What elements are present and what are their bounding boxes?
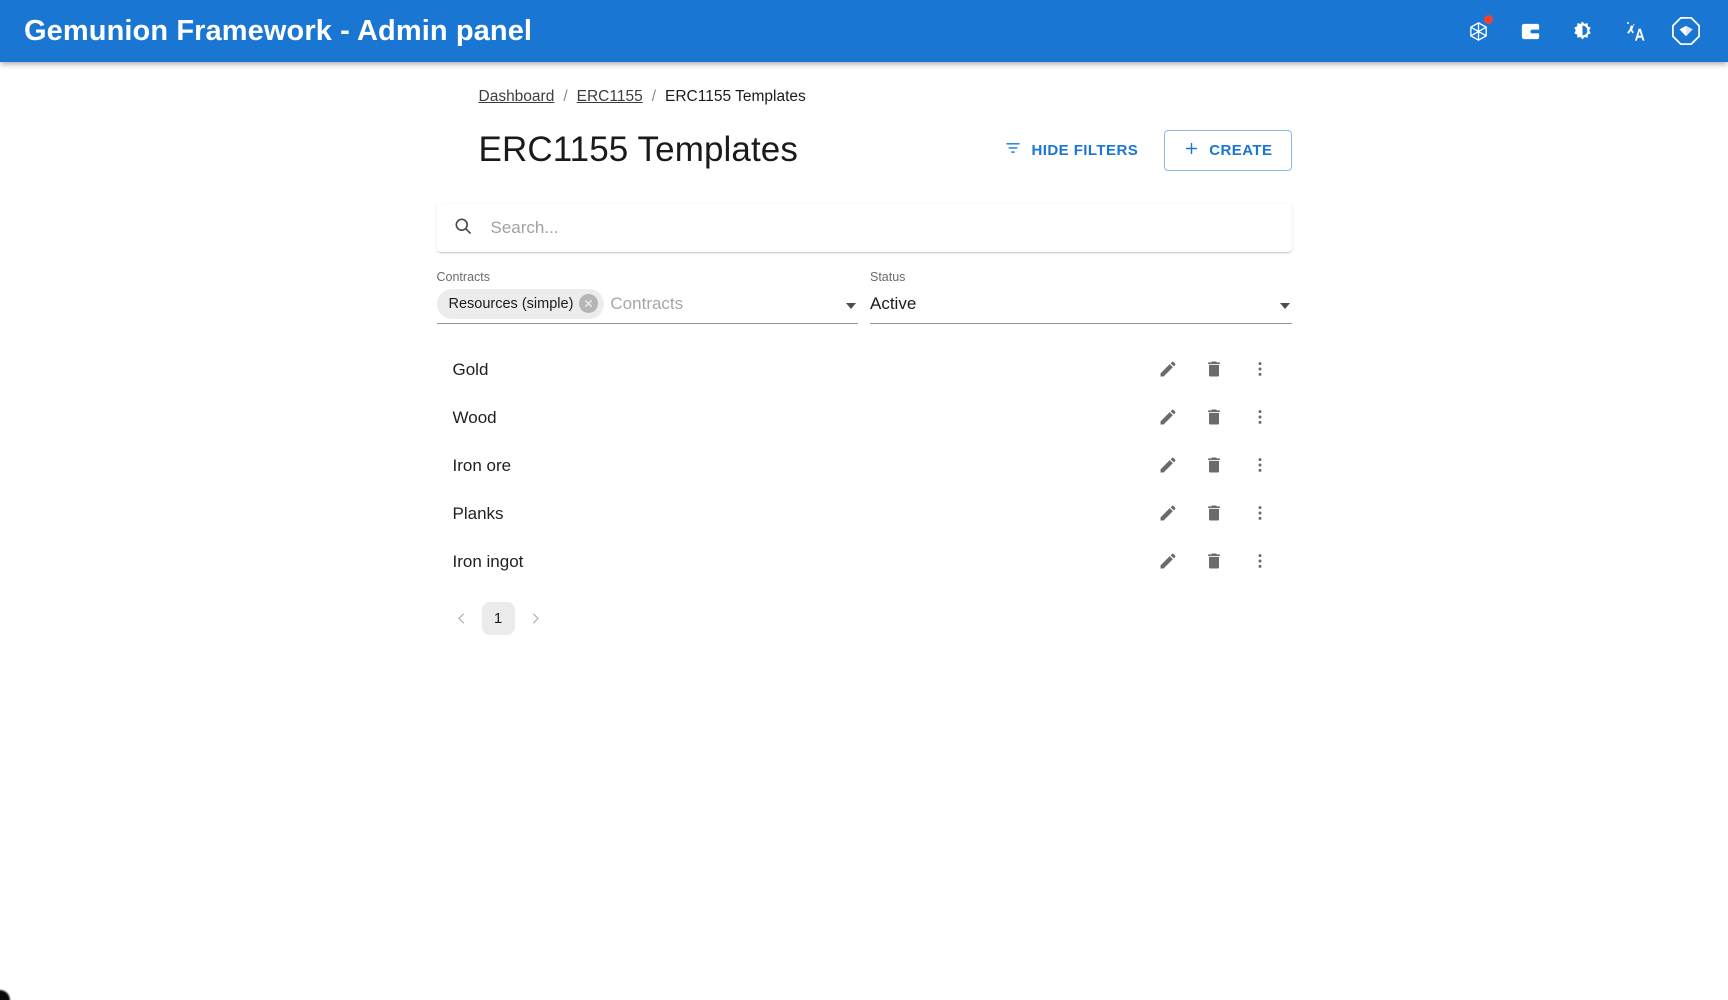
edit-icon (1158, 455, 1178, 478)
edit-icon (1158, 359, 1178, 382)
plus-icon (1183, 140, 1200, 161)
contracts-chip-label: Resources (simple) (448, 295, 574, 312)
breadcrumb: Dashboard / ERC1155 / ERC1155 Templates (437, 84, 1292, 110)
theme-toggle-icon-button[interactable] (1562, 11, 1602, 51)
edit-icon (1158, 503, 1178, 526)
contracts-filter-placeholder: Contracts (610, 293, 684, 313)
delete-button[interactable] (1196, 544, 1232, 580)
more-vert-icon (1250, 359, 1270, 382)
breadcrumb-item-erc1155[interactable]: ERC1155 (577, 88, 643, 106)
row-label: Iron ore (452, 456, 512, 475)
contracts-filter-control[interactable]: Resources (simple) Contracts (436, 288, 858, 324)
content-container: Dashboard / ERC1155 / ERC1155 Templates … (436, 84, 1292, 635)
delete-icon (1204, 407, 1224, 430)
search-input[interactable] (488, 217, 1276, 239)
pagination-prev-button[interactable] (445, 602, 478, 635)
breadcrumb-separator: / (651, 88, 657, 105)
contracts-filter-label: Contracts (436, 270, 491, 284)
pagination-next-button[interactable] (519, 602, 552, 635)
more-button[interactable] (1242, 496, 1278, 532)
status-filter-value: Active (870, 293, 917, 313)
wallet-icon-button[interactable] (1510, 11, 1550, 51)
status-filter-label: Status (870, 270, 906, 284)
filter-icon (1004, 139, 1022, 161)
language-icon-button[interactable] (1614, 11, 1654, 51)
delete-icon (1204, 503, 1224, 526)
language-icon (1623, 20, 1646, 43)
chevron-down-icon (1279, 302, 1290, 309)
search-bar[interactable] (436, 204, 1292, 252)
row-actions (1150, 400, 1278, 436)
row-label: Planks (452, 504, 504, 523)
edit-button[interactable] (1150, 496, 1186, 532)
more-vert-icon (1250, 503, 1270, 526)
edit-button[interactable] (1150, 352, 1186, 388)
row-label: Iron ingot (452, 552, 524, 571)
row-actions (1150, 496, 1278, 532)
ethereum-network-icon-button[interactable] (1458, 11, 1498, 51)
contracts-filter: Contracts Resources (simple) Contracts (436, 270, 858, 324)
filters-row: Contracts Resources (simple) Contracts S… (436, 270, 1292, 324)
more-button[interactable] (1242, 544, 1278, 580)
more-vert-icon (1250, 407, 1270, 430)
more-vert-icon (1250, 455, 1270, 478)
table-row[interactable]: Iron ore (437, 442, 1292, 490)
pagination-page-1[interactable]: 1 (481, 602, 515, 635)
page-header: ERC1155 Templates HIDE FILTERS CREATE (437, 126, 1292, 174)
wallet-icon (1519, 20, 1542, 43)
status-filter-control[interactable]: Active (870, 288, 1292, 324)
row-actions (1150, 352, 1278, 388)
page-body: Dashboard / ERC1155 / ERC1155 Templates … (0, 62, 1728, 635)
theme-toggle-icon (1571, 20, 1594, 43)
table-row[interactable]: Planks (437, 490, 1292, 538)
status-filter: Status Active (870, 270, 1292, 324)
profile-logo-icon-button[interactable] (1666, 11, 1706, 51)
delete-button[interactable] (1196, 448, 1232, 484)
row-label: Wood (452, 408, 497, 427)
hide-filters-button[interactable]: HIDE FILTERS (994, 131, 1148, 169)
delete-icon (1204, 359, 1224, 382)
more-button[interactable] (1242, 448, 1278, 484)
page-title: ERC1155 Templates (478, 130, 798, 169)
edit-button[interactable] (1150, 448, 1186, 484)
edit-button[interactable] (1150, 400, 1186, 436)
delete-button[interactable] (1196, 496, 1232, 532)
app-bar-actions (1458, 11, 1706, 51)
create-label: CREATE (1209, 141, 1273, 159)
more-button[interactable] (1242, 352, 1278, 388)
row-label: Gold (452, 360, 489, 379)
more-button[interactable] (1242, 400, 1278, 436)
delete-button[interactable] (1196, 400, 1232, 436)
contracts-chip[interactable]: Resources (simple) (436, 288, 605, 319)
edit-button[interactable] (1150, 544, 1186, 580)
search-icon (453, 216, 473, 241)
table-row[interactable]: Wood (437, 394, 1292, 442)
table-row[interactable]: Gold (437, 346, 1292, 394)
chevron-down-icon (846, 302, 856, 309)
edit-icon (1158, 551, 1178, 574)
pagination: 1 (437, 602, 1292, 635)
app-bar: Gemunion Framework - Admin panel (0, 0, 1728, 62)
more-vert-icon (1250, 551, 1270, 574)
table-row[interactable]: Iron ingot (437, 538, 1292, 586)
breadcrumb-separator: / (563, 88, 568, 105)
templates-list: Gold Wood Iron ore Planks Iron ingot (437, 346, 1292, 586)
profile-logo-icon (1671, 16, 1701, 46)
chip-delete-icon[interactable] (579, 294, 599, 313)
page-header-actions: HIDE FILTERS CREATE (994, 129, 1292, 171)
breadcrumb-item-current: ERC1155 Templates (665, 88, 806, 105)
breadcrumb-item-dashboard[interactable]: Dashboard (479, 88, 555, 106)
delete-icon (1204, 551, 1224, 574)
notification-badge (1484, 15, 1493, 24)
corner-artifact (0, 989, 11, 1000)
row-actions (1150, 544, 1278, 580)
app-title: Gemunion Framework - Admin panel (24, 14, 533, 47)
row-actions (1150, 448, 1278, 484)
delete-button[interactable] (1196, 352, 1232, 388)
hide-filters-label: HIDE FILTERS (1031, 141, 1139, 159)
delete-icon (1204, 455, 1224, 478)
create-button[interactable]: CREATE (1164, 129, 1292, 171)
edit-icon (1158, 407, 1178, 430)
